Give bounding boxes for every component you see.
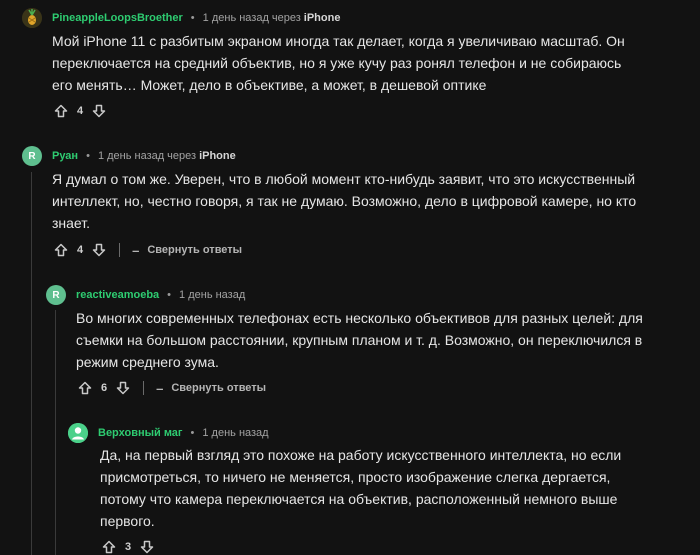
upvote-button[interactable] [53, 242, 69, 258]
thread-line[interactable] [55, 310, 56, 555]
comment-line: Во многих современных телефонах есть нес… [76, 310, 643, 326]
avatar[interactable] [22, 8, 42, 28]
author-name[interactable]: Верховный маг [98, 427, 183, 439]
upvote-button[interactable] [53, 103, 69, 119]
author-name[interactable]: PineappleLoopsBroether [52, 12, 183, 24]
upvote-button[interactable] [101, 539, 117, 555]
vote-score: 3 [125, 541, 132, 553]
pineapple-avatar-icon [22, 8, 42, 28]
comment-actions: 6 – Свернуть ответы [77, 378, 266, 398]
comment-body: Я думал о том же. Уверен, что в любой мо… [52, 168, 636, 234]
arrow-up-icon [54, 243, 68, 257]
thread-line[interactable] [31, 172, 32, 555]
via-label: через [167, 150, 197, 162]
device-label: iPhone [303, 12, 341, 24]
comment-header: PineappleLoopsBroether • 1 день назад че… [22, 8, 340, 28]
downvote-button[interactable] [139, 539, 155, 555]
separator-dot: • [167, 289, 172, 301]
avatar[interactable]: R [46, 285, 66, 305]
comment-thread: PineappleLoopsBroether • 1 день назад че… [0, 0, 700, 555]
comment-line: потому что камера переключается на объек… [100, 491, 618, 507]
arrow-down-icon [92, 104, 106, 118]
comment-line: его менять… Может, дело в объективе, а м… [52, 77, 487, 93]
separator-dot: • [190, 427, 195, 439]
separator-dot: • [190, 12, 195, 24]
comment-line: знает. [52, 215, 91, 231]
comment-header: R reactiveamoeba • 1 день назад [46, 285, 245, 305]
comment-line: съемки на большом расстоянии, крупным пл… [76, 332, 643, 348]
timestamp[interactable]: 1 день назад [203, 12, 269, 24]
comment-actions: 4 – Свернуть ответы [53, 240, 242, 260]
comment-header: Верховный маг • 1 день назад [68, 423, 269, 443]
divider [143, 381, 145, 395]
vote-score: 4 [77, 105, 84, 117]
upvote-button[interactable] [77, 380, 93, 396]
comment-line: Я думал о том же. Уверен, что в любой мо… [52, 171, 636, 187]
avatar[interactable] [68, 423, 88, 443]
timestamp[interactable]: 1 день назад [98, 150, 164, 162]
comment-line: переключается на средний объектив, но я … [52, 55, 622, 71]
downvote-button[interactable] [115, 380, 131, 396]
comment-actions: 4 [53, 101, 107, 121]
minus-icon: – [156, 380, 164, 396]
comment-line: первого. [100, 513, 155, 529]
arrow-up-icon [102, 540, 116, 554]
comment-line: интеллект, но, честно говоря, я так не д… [52, 193, 637, 209]
arrow-down-icon [92, 243, 106, 257]
author-name[interactable]: Руан [52, 150, 78, 162]
vote-score: 6 [101, 382, 108, 394]
arrow-down-icon [116, 381, 130, 395]
comment-actions: 3 [101, 537, 155, 555]
via-label: через [271, 12, 301, 24]
comment-line: присмотреться, то ничего не меняется, пр… [100, 469, 611, 485]
divider [119, 243, 121, 257]
vote-score: 4 [77, 244, 84, 256]
comment-header: R Руан • 1 день назад через iPhone [22, 146, 236, 166]
user-avatar-icon [68, 423, 88, 443]
device-label: iPhone [199, 150, 236, 162]
collapse-replies-button[interactable]: – Свернуть ответы [132, 243, 242, 258]
minus-icon: – [132, 242, 140, 258]
comment-body: Мой iPhone 11 с разбитым экраном иногда … [52, 30, 625, 96]
comment-body: Во многих современных телефонах есть нес… [76, 307, 643, 373]
collapse-replies-button[interactable]: – Свернуть ответы [156, 381, 266, 396]
collapse-label: Свернуть ответы [147, 244, 243, 256]
separator-dot: • [86, 150, 90, 162]
comment-line: Мой iPhone 11 с разбитым экраном иногда … [52, 33, 625, 49]
downvote-button[interactable] [91, 242, 107, 258]
comment-body: Да, на первый взгляд это похоже на работ… [100, 444, 621, 532]
comment-line: режим среднего зума. [76, 354, 219, 370]
arrow-down-icon [140, 540, 154, 554]
author-name[interactable]: reactiveamoeba [76, 289, 159, 301]
downvote-button[interactable] [91, 103, 107, 119]
timestamp[interactable]: 1 день назад [202, 427, 268, 439]
arrow-up-icon [78, 381, 92, 395]
timestamp[interactable]: 1 день назад [179, 289, 245, 301]
collapse-label: Свернуть ответы [171, 382, 267, 394]
comment-line: Да, на первый взгляд это похоже на работ… [100, 447, 622, 463]
avatar[interactable]: R [22, 146, 42, 166]
arrow-up-icon [54, 104, 68, 118]
